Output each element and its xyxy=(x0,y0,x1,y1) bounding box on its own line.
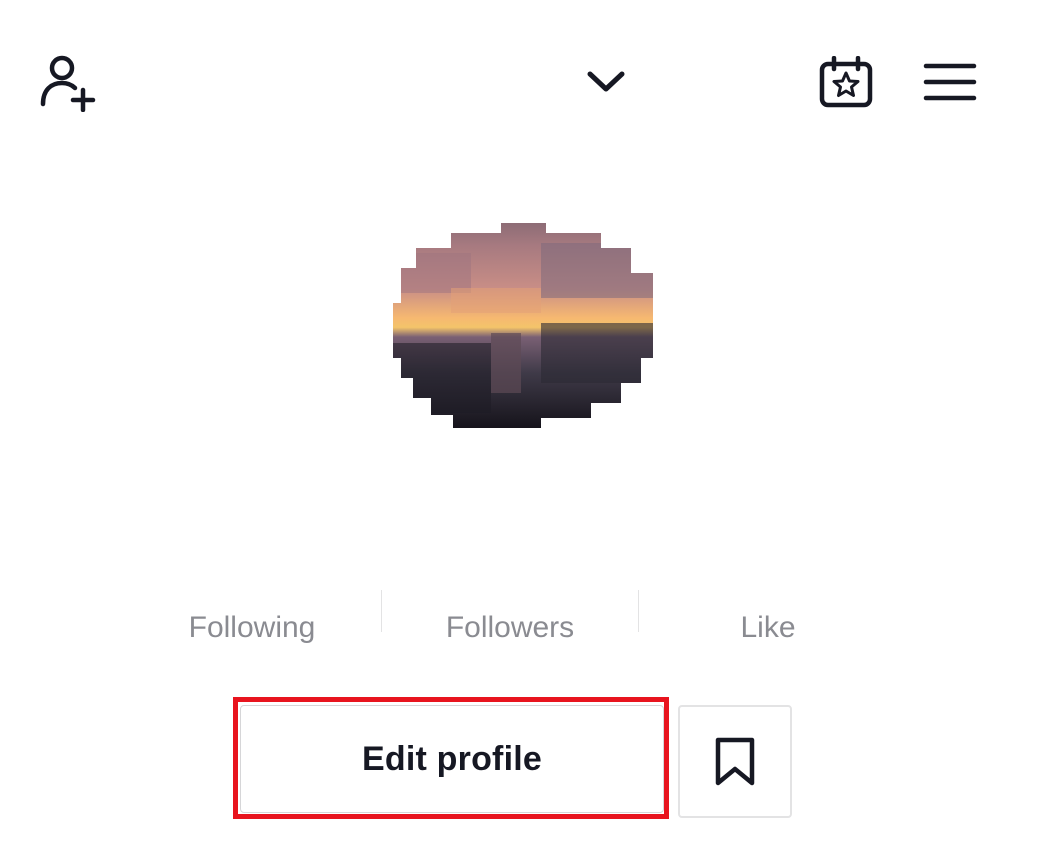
avatar-image xyxy=(393,223,653,428)
followers-label: Followers xyxy=(445,611,575,644)
bookmark-icon xyxy=(715,737,755,785)
favorites-button[interactable] xyxy=(678,705,792,818)
avatar[interactable] xyxy=(391,193,657,433)
stat-likes[interactable]: Like xyxy=(640,590,896,662)
chevron-down-icon xyxy=(587,71,625,92)
account-switch-button[interactable] xyxy=(572,50,640,114)
profile-stats: Following Followers Like xyxy=(0,590,1048,662)
stat-following[interactable]: Following xyxy=(124,590,380,662)
calendar-button[interactable] xyxy=(810,46,882,118)
menu-button[interactable] xyxy=(914,46,986,118)
hamburger-menu-icon xyxy=(923,63,977,101)
stat-followers[interactable]: Followers xyxy=(382,590,638,662)
calendar-star-icon xyxy=(819,56,873,108)
following-label: Following xyxy=(188,611,316,644)
edit-profile-button[interactable]: Edit profile xyxy=(240,705,664,813)
stat-divider xyxy=(638,590,639,632)
edit-profile-label: Edit profile xyxy=(362,739,542,778)
person-plus-icon xyxy=(40,55,96,112)
likes-label: Like xyxy=(740,611,796,644)
add-friend-button[interactable] xyxy=(30,46,110,118)
